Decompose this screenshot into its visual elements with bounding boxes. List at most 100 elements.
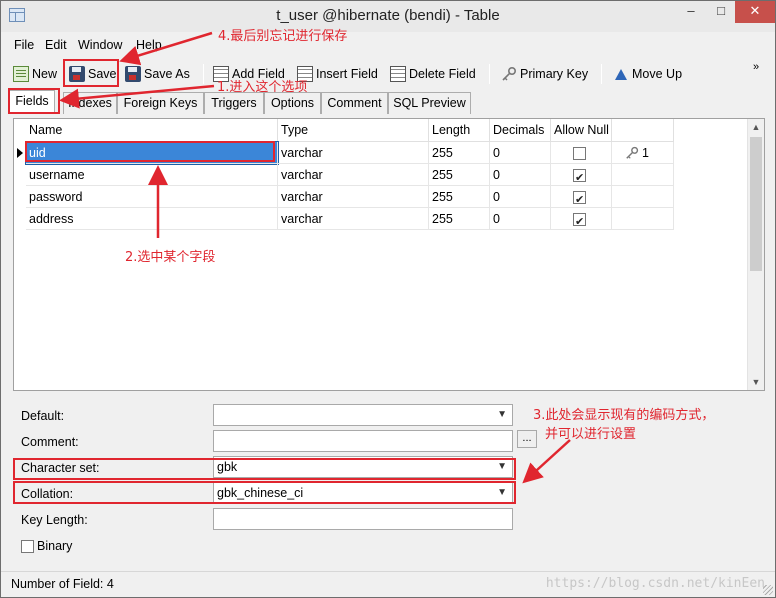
menu-window[interactable]: Window — [78, 38, 122, 52]
menu-file[interactable]: File — [14, 38, 34, 52]
allow-null-cell[interactable] — [551, 164, 612, 189]
table-designer-window: t_user @hibernate (bendi) - Table – □ ✕ … — [0, 0, 776, 598]
collation-value: gbk_chinese_ci — [217, 486, 304, 500]
primary-key-icon — [626, 146, 639, 159]
character-set-value: gbk — [217, 460, 238, 474]
field-decimals-cell[interactable]: 0 — [490, 208, 551, 230]
close-button[interactable]: ✕ — [735, 1, 775, 23]
tab-sql-preview[interactable]: SQL Preview — [388, 92, 471, 114]
allow-null-cell[interactable] — [551, 186, 612, 211]
new-table-icon — [13, 66, 29, 82]
save-as-icon — [125, 66, 141, 82]
allow-null-checkbox[interactable] — [573, 167, 586, 189]
allow-null-cell[interactable] — [551, 142, 612, 164]
field-name-cell[interactable]: username — [26, 164, 278, 186]
default-label: Default: — [21, 409, 65, 423]
field-name-cell[interactable]: address — [26, 208, 278, 230]
save-as-button[interactable]: Save As — [125, 63, 190, 85]
allow-null-checkbox[interactable] — [573, 147, 586, 160]
field-name-cell[interactable]: uid — [25, 141, 279, 165]
insert-field-button[interactable]: Insert Field — [297, 63, 378, 85]
move-up-label: Move Up — [632, 67, 683, 81]
menu-bar: File Edit Window Help — [1, 35, 775, 55]
delete-field-icon — [390, 66, 406, 82]
scroll-up-icon[interactable]: ▲ — [748, 119, 764, 135]
table-row[interactable]: username varchar 255 0 — [14, 164, 674, 189]
column-header-length[interactable]: Length — [429, 119, 490, 142]
character-set-dropdown[interactable]: gbk ▼ — [213, 456, 513, 478]
annotation-step-3-line-1: 3.此处会显示现有的编码方式， — [533, 408, 715, 423]
annotation-step-3-line-2: 并可以进行设置 — [545, 427, 637, 442]
watermark: https://blog.csdn.net/kinEen — [545, 576, 765, 591]
new-label: New — [32, 67, 58, 81]
binary-label: Binary — [37, 539, 73, 553]
minimize-button[interactable]: – — [677, 1, 705, 23]
column-header-allow-null[interactable]: Allow Null — [551, 119, 612, 142]
table-row[interactable]: address varchar 255 0 — [14, 208, 674, 233]
column-header-decimals[interactable]: Decimals — [490, 119, 551, 142]
scroll-down-icon[interactable]: ▼ — [748, 374, 764, 390]
chevron-down-icon: ▼ — [497, 409, 507, 420]
maximize-button[interactable]: □ — [707, 1, 735, 23]
menu-help[interactable]: Help — [136, 38, 162, 52]
primary-key-button[interactable]: Primary Key — [501, 63, 588, 85]
field-decimals-cell[interactable]: 0 — [490, 142, 551, 164]
field-name-cell[interactable]: password — [26, 186, 278, 208]
default-dropdown[interactable]: ▼ — [213, 404, 513, 426]
column-header-key — [612, 119, 674, 142]
tab-indexes[interactable]: Indexes — [63, 92, 117, 114]
field-length-cell[interactable]: 255 — [429, 164, 490, 186]
delete-field-label: Delete Field — [409, 67, 476, 81]
key-icon — [502, 66, 517, 81]
primary-key-label: Primary Key — [520, 67, 589, 81]
field-type-cell[interactable]: varchar — [278, 186, 429, 208]
field-decimals-cell[interactable]: 0 — [490, 186, 551, 208]
insert-field-label: Insert Field — [316, 67, 378, 81]
binary-checkbox[interactable] — [21, 540, 34, 553]
title-bar: t_user @hibernate (bendi) - Table – □ ✕ — [1, 1, 775, 32]
tab-comment[interactable]: Comment — [321, 92, 388, 114]
field-length-cell[interactable]: 255 — [429, 208, 490, 230]
current-row-indicator-icon — [17, 148, 23, 158]
field-decimals-cell[interactable]: 0 — [490, 164, 551, 186]
status-bar: Number of Field: 4 https://blog.csdn.net… — [1, 571, 775, 597]
field-type-cell[interactable]: varchar — [278, 164, 429, 186]
allow-null-cell[interactable] — [551, 208, 612, 233]
delete-field-button[interactable]: Delete Field — [390, 63, 476, 85]
column-header-type[interactable]: Type — [278, 119, 429, 142]
table-row[interactable]: password varchar 255 0 — [14, 186, 674, 211]
new-button[interactable]: New — [13, 63, 57, 85]
field-type-cell[interactable]: varchar — [278, 142, 429, 164]
key-cell: 1 — [612, 142, 674, 164]
grid-header: Name Type Length Decimals Allow Null — [14, 119, 674, 142]
resize-grip-icon[interactable] — [763, 585, 773, 595]
allow-null-checkbox[interactable] — [573, 211, 586, 233]
field-type-cell[interactable]: varchar — [278, 208, 429, 230]
scroll-thumb[interactable] — [750, 137, 762, 271]
grid-vertical-scrollbar[interactable]: ▲ ▼ — [747, 119, 764, 390]
tab-options[interactable]: Options — [264, 92, 321, 114]
field-length-cell[interactable]: 255 — [429, 142, 490, 164]
toolbar-overflow-icon[interactable]: » — [753, 62, 759, 73]
toolbar-separator — [489, 64, 490, 84]
tab-foreign-keys[interactable]: Foreign Keys — [117, 92, 204, 114]
allow-null-checkbox[interactable] — [573, 189, 586, 211]
save-as-label: Save As — [144, 67, 190, 81]
move-up-button[interactable]: Move Up — [613, 63, 682, 85]
annotation-step-4: 4.最后别忘记进行保存 — [218, 29, 348, 44]
tab-fields[interactable]: Fields — [9, 90, 55, 114]
column-header-name[interactable]: Name — [26, 119, 278, 142]
comment-field[interactable] — [213, 430, 513, 452]
save-button[interactable]: Save — [69, 63, 117, 85]
toolbar-separator — [203, 64, 204, 84]
table-row[interactable]: uid varchar 255 0 1 — [14, 141, 674, 165]
key-length-field[interactable] — [213, 508, 513, 530]
collation-dropdown[interactable]: gbk_chinese_ci ▼ — [213, 482, 513, 504]
field-length-cell[interactable]: 255 — [429, 186, 490, 208]
key-cell — [612, 164, 674, 186]
annotation-step-1: 1.进入这个选项 — [217, 80, 308, 95]
save-icon — [69, 66, 85, 82]
menu-edit[interactable]: Edit — [45, 38, 67, 52]
tab-triggers[interactable]: Triggers — [204, 92, 264, 114]
comment-edit-button[interactable]: ... — [517, 430, 537, 448]
